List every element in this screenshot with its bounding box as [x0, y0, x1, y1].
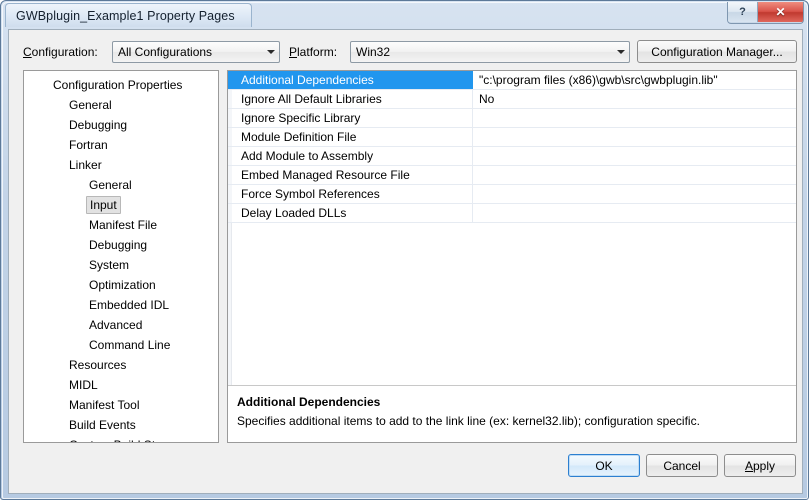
property-row[interactable]: Additional Dependencies "c:\program files… [228, 71, 796, 90]
tree-item-manifest-file[interactable]: Manifest File [24, 215, 218, 235]
property-row[interactable]: Add Module to Assembly [228, 147, 796, 166]
tree-item-label: Command Line [89, 338, 171, 352]
tree-item-label: Fortran [69, 138, 108, 152]
configuration-dropdown-value: All Configurations [118, 45, 213, 59]
window-title: GWBplugin_Example1 Property Pages [16, 8, 235, 23]
tree-item-label: Input [86, 196, 121, 214]
tree-item-optimization[interactable]: Optimization [24, 275, 218, 295]
property-value[interactable]: No [473, 90, 796, 108]
tree-item-general[interactable]: General [24, 175, 218, 195]
property-row[interactable]: Ignore Specific Library [228, 109, 796, 128]
chevron-down-icon-platform [612, 42, 629, 62]
property-row[interactable]: Force Symbol References [228, 185, 796, 204]
tree-item-general[interactable]: General [24, 95, 218, 115]
property-value[interactable] [473, 166, 796, 184]
description-body: Specifies additional items to add to the… [237, 414, 700, 428]
description-pane: Additional Dependencies Specifies additi… [228, 386, 796, 442]
configuration-label-accel: C [23, 45, 32, 59]
platform-dropdown[interactable]: Win32 [350, 41, 630, 63]
tree-item-label: Debugging [69, 118, 128, 132]
property-value[interactable] [473, 128, 796, 146]
description-title: Additional Dependencies [237, 395, 381, 409]
tree-item-manifest-tool[interactable]: Manifest Tool [24, 395, 218, 415]
tree-item-configuration-properties[interactable]: Configuration Properties [24, 75, 218, 95]
tree-item-label: Embedded IDL [89, 298, 170, 312]
caption-button-group: ? ✕ [727, 2, 804, 24]
configuration-dropdown[interactable]: All Configurations [112, 41, 280, 63]
property-name: Module Definition File [232, 128, 473, 146]
close-icon[interactable]: ✕ [758, 2, 803, 22]
title-tab: GWBplugin_Example1 Property Pages [5, 3, 252, 27]
property-name: Delay Loaded DLLs [232, 204, 473, 222]
ok-button[interactable]: OK [568, 454, 640, 477]
tree-item-debugging[interactable]: Debugging [24, 235, 218, 255]
property-row[interactable]: Embed Managed Resource File [228, 166, 796, 185]
property-row[interactable]: Ignore All Default Libraries No [228, 90, 796, 109]
tree-item-label: Build Events [69, 418, 136, 432]
cancel-button[interactable]: Cancel [646, 454, 718, 477]
platform-label-accel: P [289, 45, 298, 59]
platform-label: Platform: [289, 41, 337, 63]
tree-item-debugging[interactable]: Debugging [24, 115, 218, 135]
tree-item-label: MIDL [69, 378, 98, 392]
tree-item-fortran[interactable]: Fortran [24, 135, 218, 155]
apply-button[interactable]: Apply [724, 454, 796, 477]
chevron-down-icon [262, 42, 279, 62]
tree-item-label: Optimization [89, 278, 156, 292]
tree-item-label: Manifest Tool [69, 398, 140, 412]
tree-item-midl[interactable]: MIDL [24, 375, 218, 395]
tree-item-input[interactable]: Input [24, 195, 218, 215]
property-value[interactable] [473, 109, 796, 127]
property-name: Add Module to Assembly [232, 147, 473, 165]
dialog-client-area: Configuration: All Configurations Platfo… [8, 29, 803, 494]
property-row[interactable]: Module Definition File [228, 128, 796, 147]
apply-label-accel: A [744, 458, 753, 473]
property-pages-window: GWBplugin_Example1 Property Pages ? ✕ Co… [0, 0, 809, 500]
apply-label-rest: pply [753, 458, 776, 473]
title-bar: GWBplugin_Example1 Property Pages ? ✕ [1, 1, 808, 29]
tree-item-linker[interactable]: Linker [24, 155, 218, 175]
tree-item-embedded-idl[interactable]: Embedded IDL [24, 295, 218, 315]
property-name: Ignore Specific Library [232, 109, 473, 127]
property-name: Embed Managed Resource File [232, 166, 473, 184]
tree-item-label: Configuration Properties [53, 78, 183, 92]
help-icon[interactable]: ? [728, 2, 758, 22]
tree-item-label: Manifest File [89, 218, 158, 232]
tree-item-label: Debugging [89, 238, 148, 252]
tree-item-label: Resources [69, 358, 127, 372]
tree-item-label: Linker [69, 158, 102, 172]
tree-item-advanced[interactable]: Advanced [24, 315, 218, 335]
tree-item-command-line[interactable]: Command Line [24, 335, 218, 355]
tree-item-label: General [69, 98, 112, 112]
tree-item-system[interactable]: System [24, 255, 218, 275]
platform-dropdown-value: Win32 [356, 45, 391, 59]
property-name: Ignore All Default Libraries [232, 90, 473, 108]
tree-item-build-events[interactable]: Build Events [24, 415, 218, 435]
tree-item-label: System [89, 258, 130, 272]
tree-item-custom-build-step[interactable]: Custom Build Step [24, 435, 218, 442]
platform-label-rest: latform: [297, 45, 338, 59]
configuration-label-rest: onfiguration: [31, 45, 98, 59]
property-value[interactable] [473, 185, 796, 203]
tree-item-resources[interactable]: Resources [24, 355, 218, 375]
configuration-toolbar: Configuration: All Configurations Platfo… [9, 40, 802, 66]
property-name: Additional Dependencies [232, 71, 473, 89]
tree-item-label: General [89, 178, 132, 192]
property-name: Force Symbol References [232, 185, 473, 203]
property-grid-panel: Additional Dependencies "c:\program files… [227, 70, 797, 443]
property-grid[interactable]: Additional Dependencies "c:\program files… [228, 71, 796, 385]
property-value[interactable] [473, 204, 796, 222]
property-value[interactable] [473, 147, 796, 165]
tree-item-label: Advanced [89, 318, 143, 332]
configuration-properties-tree[interactable]: Configuration Properties General Debugging… [23, 70, 219, 443]
property-row[interactable]: Delay Loaded DLLs [228, 204, 796, 223]
property-value[interactable]: "c:\program files (x86)\gwb\src\gwbplugi… [473, 71, 796, 89]
tree-item-label: Custom Build Step [66, 435, 171, 442]
configuration-label: Configuration: [23, 41, 98, 63]
configuration-manager-button[interactable]: Configuration Manager... [637, 40, 797, 63]
